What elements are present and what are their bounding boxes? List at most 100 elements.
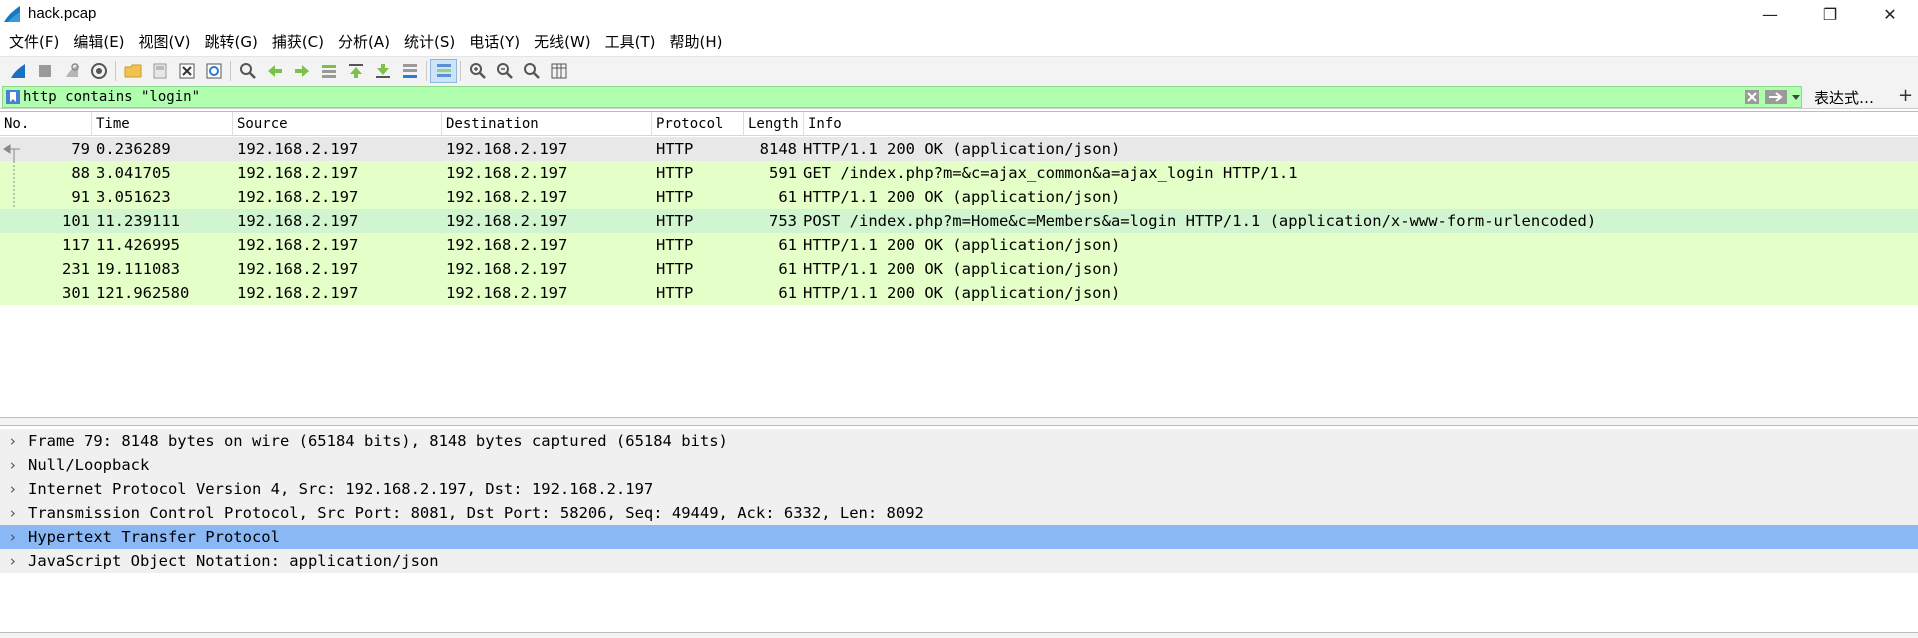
expand-arrow-icon[interactable]: ›: [8, 501, 20, 525]
detail-tree-item[interactable]: › Null/Loopback: [0, 453, 1918, 477]
pane-splitter[interactable]: [0, 418, 1918, 425]
packet-row[interactable]: 91 3.051623 192.168.2.197 192.168.2.197 HTTP…: [0, 185, 1918, 209]
packet-row[interactable]: 101 11.239111 192.168.2.197 192.168.2.197 HT…: [0, 209, 1918, 233]
display-filter-bar: 表达式… +: [0, 85, 1918, 109]
save-file-button[interactable]: [146, 59, 173, 83]
menu-wireless[interactable]: 无线(W): [527, 28, 598, 56]
capture-options-button[interactable]: [85, 59, 112, 83]
expand-arrow-icon[interactable]: ›: [8, 525, 20, 549]
packet-cell-dst: 192.168.2.197: [446, 164, 568, 182]
stop-capture-button[interactable]: [31, 59, 58, 83]
menu-bar: 文件(F) 编辑(E) 视图(V) 跳转(G) 捕获(C) 分析(A) 统计(S…: [0, 28, 1918, 56]
detail-tree-item[interactable]: › Frame 79: 8148 bytes on wire (65184 bit…: [0, 429, 1918, 453]
menu-tools[interactable]: 工具(T): [598, 28, 663, 56]
display-filter-input[interactable]: [23, 87, 1743, 107]
detail-tree-item[interactable]: › JavaScript Object Notation: application…: [0, 549, 1918, 573]
menu-edit[interactable]: 编辑(E): [66, 28, 131, 56]
go-first-button[interactable]: [342, 59, 369, 83]
detail-tree-label: Internet Protocol Version 4, Src: 192.16…: [28, 480, 654, 498]
column-header-source[interactable]: Source: [233, 112, 442, 136]
minimize-button[interactable]: —: [1742, 0, 1798, 28]
expand-arrow-icon[interactable]: ›: [8, 477, 20, 501]
wireshark-shark-fin-icon: [4, 6, 20, 22]
packet-cell-src: 192.168.2.197: [237, 164, 359, 182]
packet-cell-proto: HTTP: [656, 236, 694, 254]
packet-cell-time: 121.962580: [96, 284, 190, 302]
menu-view[interactable]: 视图(V): [132, 28, 198, 56]
packet-row[interactable]: 79 0.236289 192.168.2.197 192.168.2.197 HTTP…: [0, 137, 1918, 161]
find-packet-button[interactable]: [234, 59, 261, 83]
menu-capture[interactable]: 捕获(C): [265, 28, 331, 56]
auto-scroll-button[interactable]: [396, 59, 423, 83]
add-filter-button[interactable]: +: [1898, 85, 1913, 106]
column-header-no[interactable]: No.: [0, 112, 92, 136]
packet-cell-len: 591: [769, 164, 797, 182]
restore-button[interactable]: ❐: [1802, 0, 1858, 28]
detail-tree-label: Null/Loopback: [28, 456, 150, 474]
clear-filter-icon[interactable]: [1745, 90, 1759, 104]
go-back-button[interactable]: [261, 59, 288, 83]
reload-file-button[interactable]: [200, 59, 227, 83]
detail-tree-item[interactable]: › Internet Protocol Version 4, Src: 192.1…: [0, 477, 1918, 501]
expand-arrow-icon[interactable]: ›: [8, 429, 20, 453]
open-file-button[interactable]: [119, 59, 146, 83]
menu-file[interactable]: 文件(F): [2, 28, 66, 56]
packet-cell-info: GET /index.php?m=&c=ajax_common&a=ajax_l…: [803, 164, 1298, 182]
packet-cell-time: 19.111083: [96, 260, 180, 278]
go-to-packet-button[interactable]: [315, 59, 342, 83]
packet-cell-dst: 192.168.2.197: [446, 140, 568, 158]
detail-tree-item[interactable]: › Hypertext Transfer Protocol: [0, 525, 1918, 549]
packet-cell-len: 61: [778, 260, 797, 278]
zoom-in-button[interactable]: [464, 59, 491, 83]
column-header-destination[interactable]: Destination: [442, 112, 652, 136]
expand-arrow-icon[interactable]: ›: [8, 549, 20, 573]
zoom-in-icon: [469, 63, 486, 79]
resize-columns-icon: [551, 63, 566, 79]
packet-cell-src: 192.168.2.197: [237, 260, 359, 278]
bookmark-icon[interactable]: [6, 90, 20, 104]
packet-cell-info: HTTP/1.1 200 OK (application/json): [803, 284, 1121, 302]
go-last-button[interactable]: [369, 59, 396, 83]
detail-tree-item[interactable]: › Transmission Control Protocol, Src Port…: [0, 501, 1918, 525]
menu-help[interactable]: 帮助(H): [663, 28, 730, 56]
column-header-length[interactable]: Length: [744, 112, 804, 136]
go-forward-button[interactable]: [288, 59, 315, 83]
packet-cell-time: 11.426995: [96, 236, 180, 254]
minimize-icon: —: [1762, 4, 1778, 24]
packet-cell-no: 231: [62, 260, 90, 278]
zoom-out-button[interactable]: [491, 59, 518, 83]
find-packet-icon: [239, 63, 256, 79]
menu-analyze[interactable]: 分析(A): [331, 28, 397, 56]
column-header-time[interactable]: Time: [92, 112, 233, 136]
expression-button[interactable]: 表达式…: [1814, 87, 1874, 108]
expand-arrow-icon[interactable]: ›: [8, 453, 20, 477]
packet-cell-no: 79: [71, 140, 90, 158]
start-capture-button[interactable]: [4, 59, 31, 83]
resize-columns-button[interactable]: [545, 59, 572, 83]
column-header-protocol[interactable]: Protocol: [652, 112, 744, 136]
packet-cell-src: 192.168.2.197: [237, 212, 359, 230]
packet-row[interactable]: 301 121.962580 192.168.2.197 192.168.2.197 H…: [0, 281, 1918, 305]
close-file-button[interactable]: [173, 59, 200, 83]
toolbar-separator: [230, 61, 231, 81]
filter-history-dropdown-icon[interactable]: [1791, 89, 1801, 105]
colorize-button[interactable]: [430, 59, 457, 83]
column-header-info[interactable]: Info: [804, 112, 1918, 136]
packet-cell-no: 117: [62, 236, 90, 254]
menu-telephony[interactable]: 电话(Y): [462, 28, 527, 56]
packet-row[interactable]: 88 3.041705 192.168.2.197 192.168.2.197 HTTP…: [0, 161, 1918, 185]
title-bar: hack.pcap — ❐ ✕: [0, 0, 1918, 28]
packet-cell-no: 91: [71, 188, 90, 206]
close-button[interactable]: ✕: [1862, 0, 1918, 28]
capture-options-icon: [90, 63, 107, 79]
packet-cell-proto: HTTP: [656, 212, 694, 230]
menu-go[interactable]: 跳转(G): [198, 28, 265, 56]
menu-statistics[interactable]: 统计(S): [397, 28, 462, 56]
packet-cell-src: 192.168.2.197: [237, 236, 359, 254]
apply-filter-icon[interactable]: [1765, 90, 1787, 104]
packet-row[interactable]: 117 11.426995 192.168.2.197 192.168.2.197 HT…: [0, 233, 1918, 257]
normal-size-button[interactable]: [518, 59, 545, 83]
packet-cell-len: 61: [778, 284, 797, 302]
restart-capture-button[interactable]: [58, 59, 85, 83]
packet-row[interactable]: 231 19.111083 192.168.2.197 192.168.2.197 HT…: [0, 257, 1918, 281]
